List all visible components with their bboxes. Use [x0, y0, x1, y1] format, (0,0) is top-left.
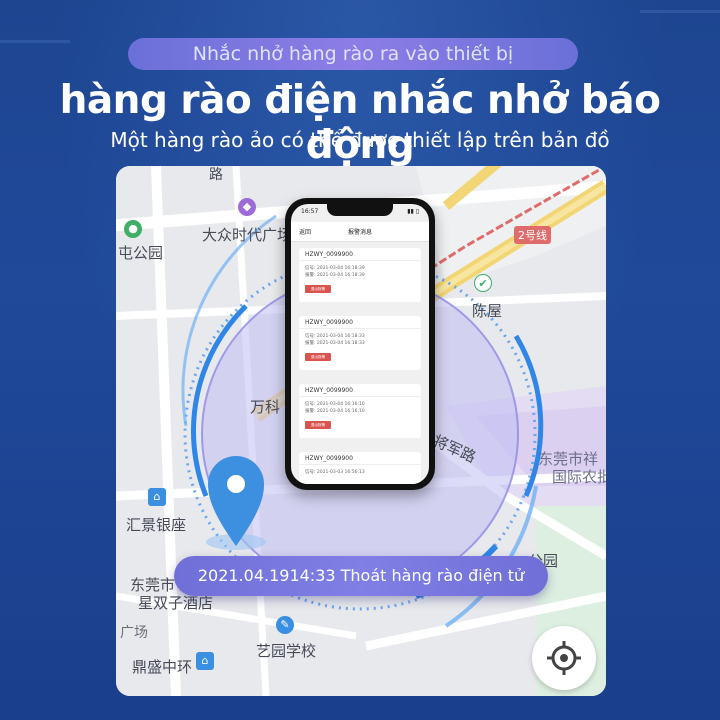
bank-icon: ⌂: [196, 652, 214, 670]
signal-time: 信号: 2021-03-04 16:16:10: [305, 402, 365, 407]
alarm-card[interactable]: HZWY_0099900 信号: 2021-03-04 16:16:10 报警:…: [299, 384, 421, 438]
card-divider: [299, 396, 421, 397]
alarm-time: 报警: 2021-03-04 16:18:33: [305, 341, 365, 346]
map-label-yiyuan: 艺园学校: [256, 642, 317, 660]
map-label-line2: 2号线: [514, 226, 551, 244]
map-label-plaza: 大众时代广场: [202, 226, 293, 244]
exit-alarm-button[interactable]: 退出报警: [305, 353, 331, 361]
park-icon: ●: [124, 220, 142, 238]
phone-screen: 16:57 ▮▮ ▯ 返回 报警消息 HZWY_0099900 信号: 2021…: [291, 204, 429, 484]
alarm-time: 报警: 2021-03-04 16:16:10: [305, 409, 365, 414]
headline: hàng rào điện nhắc nhở báo động: [59, 78, 661, 168]
device-id: HZWY_0099900: [305, 251, 353, 258]
device-id: HZWY_0099900: [305, 455, 353, 462]
signal-time: 信号: 2021-03-04 16:18:33: [305, 334, 365, 339]
alarm-card[interactable]: HZWY_0099900 信号: 2021-03-03 16:56:13: [299, 452, 421, 484]
decor-bar-left: [0, 40, 70, 43]
shopping-bag-icon: ◆: [238, 198, 256, 216]
exit-alarm-button[interactable]: 退出报警: [305, 421, 331, 429]
phone-navbar: 返回 报警消息: [291, 222, 429, 242]
signal-time: 信号: 2021-03-03 16:56:13: [305, 470, 365, 475]
card-divider: [299, 260, 421, 261]
alarm-time: 报警: 2021-03-04 16:18:39: [305, 273, 365, 278]
crosshair-icon: [547, 641, 581, 675]
card-divider: [299, 328, 421, 329]
map-label-huijing: 汇景银座: [126, 516, 187, 534]
map-label-wanke: 万科: [250, 398, 281, 416]
signal-icon: ▮▮ ▯: [407, 208, 419, 215]
subtitle: Một hàng rào ảo có thể được thiết lập tr…: [110, 128, 610, 152]
map-label-dingsheng: 鼎盛中环: [132, 658, 193, 676]
exit-alarm-button[interactable]: 退出报警: [305, 285, 331, 293]
map-label-guang: 广场: [120, 625, 148, 641]
card-divider: [299, 464, 421, 465]
map-label-intl-farm: 国际农批: [552, 468, 606, 486]
map-label-road-top: 路: [209, 167, 223, 183]
map-label-chenwu: 陈屋: [472, 302, 503, 320]
device-id: HZWY_0099900: [305, 387, 353, 394]
status-time: 16:57: [301, 208, 319, 215]
phone-notch: [327, 204, 393, 216]
station-icon: ✔: [474, 274, 492, 292]
map-label-park-left: 屯公园: [118, 244, 164, 262]
decor-bar-right: [640, 10, 720, 13]
feature-pill: Nhắc nhở hàng rào ra vào thiết bị: [128, 38, 578, 70]
fence-exit-notification: 2021.04.1914:33 Thoát hàng rào điện tử: [174, 556, 548, 596]
locate-button[interactable]: [532, 626, 596, 690]
device-id: HZWY_0099900: [305, 319, 353, 326]
phone-page-title: 报警消息: [347, 229, 372, 236]
alarm-card[interactable]: HZWY_0099900 信号: 2021-03-04 16:18:33 报警:…: [299, 316, 421, 370]
school-icon: ✎: [276, 616, 294, 634]
signal-time: 信号: 2021-03-04 16:18:39: [305, 266, 365, 271]
alarm-card[interactable]: HZWY_0099900 信号: 2021-03-04 16:18:39 报警:…: [299, 248, 421, 302]
phone-mockup: 16:57 ▮▮ ▯ 返回 报警消息 HZWY_0099900 信号: 2021…: [285, 198, 435, 490]
bank-icon: ⌂: [148, 488, 166, 506]
